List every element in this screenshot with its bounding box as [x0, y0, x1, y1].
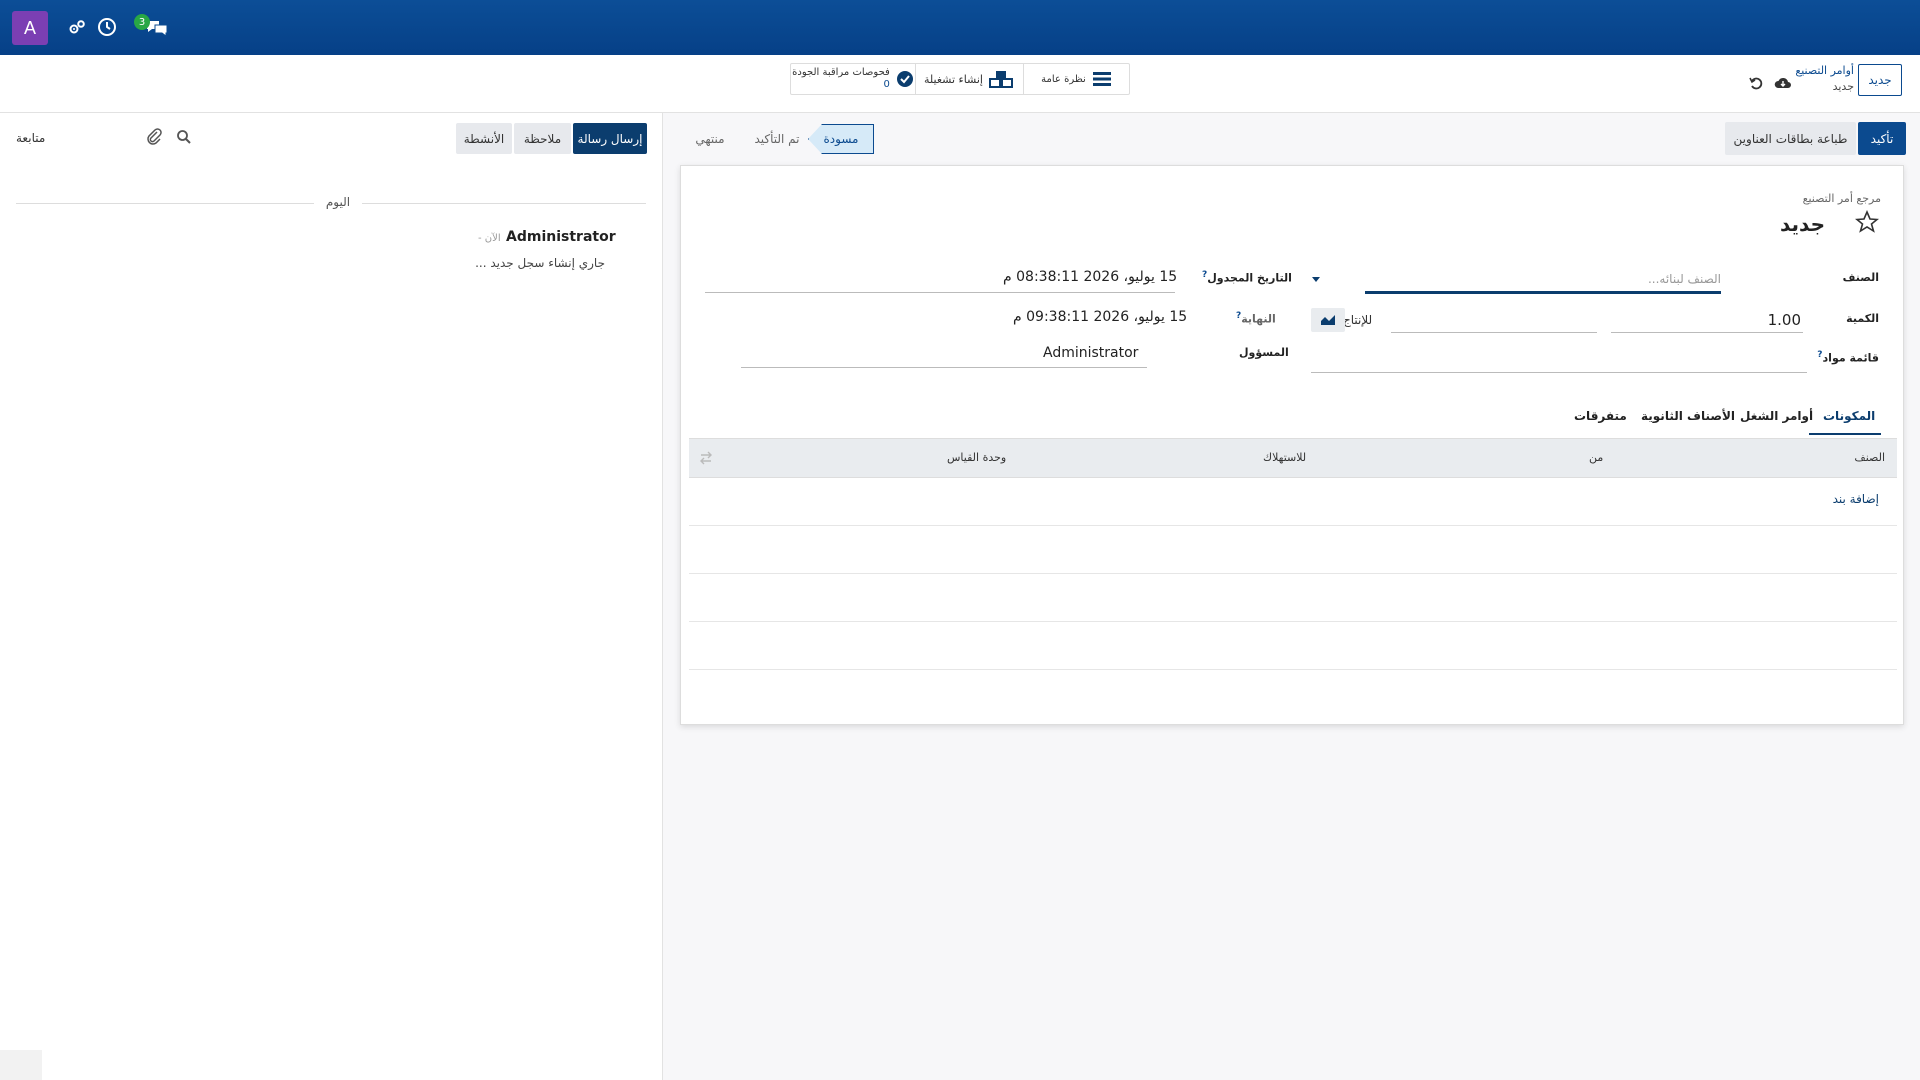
add-line-row: إضافة بند — [689, 478, 1897, 526]
message-body: جاري إنشاء سجل جديد ... — [475, 256, 605, 270]
uom-underline — [1391, 332, 1597, 333]
message-author[interactable]: Administrator — [506, 229, 616, 245]
product-field-underline — [1365, 291, 1721, 294]
top-navbar: A 3 — [0, 0, 1920, 55]
tab-miscellaneous[interactable]: متفرقات — [1574, 409, 1627, 423]
product-label: الصنف — [1842, 271, 1879, 284]
tab-active-indicator — [1809, 433, 1881, 435]
smart-buttons: فحوصات مراقبة الجودة 0 إنشاء تشغيلة نظرة… — [790, 63, 1130, 95]
discard-undo-icon[interactable] — [1748, 75, 1764, 91]
bom-label: ?قائمة مواد — [1817, 350, 1879, 365]
create-operation-label: إنشاء تشغيلة — [924, 72, 983, 86]
save-cloud-icon[interactable] — [1774, 75, 1792, 91]
stage-done[interactable]: منتهي — [684, 122, 736, 155]
bom-underline — [1311, 372, 1807, 373]
record-title: جديد — [1779, 212, 1825, 236]
confirm-button[interactable]: تأكيد — [1858, 122, 1906, 155]
control-panel: جديد أوامر التصنيع جديد فحوصات مراقبة ال… — [0, 55, 1920, 113]
scheduled-date-underline — [705, 292, 1175, 293]
chat-count-badge: 3 — [134, 14, 150, 30]
end-date-label: ?النهاية — [1236, 311, 1276, 326]
overview-button[interactable]: نظرة عامة — [1023, 64, 1129, 94]
debug-tools-icon[interactable] — [66, 16, 88, 38]
chatter-panel: إرسال رسالة ملاحظة الأنشطة متابعة اليوم … — [0, 113, 663, 1080]
product-placeholder: الصنف لبنائه... — [1647, 272, 1721, 286]
tab-by-products[interactable]: الأصناف الثانوية — [1641, 409, 1735, 423]
responsible-underline — [741, 367, 1147, 368]
corner-placeholder — [0, 1050, 42, 1080]
boxes-icon — [989, 71, 1013, 88]
create-operation-button[interactable]: إنشاء تشغيلة — [915, 64, 1023, 94]
date-separator-label: اليوم — [325, 195, 351, 209]
column-header-uom[interactable]: وحدة القياس — [947, 451, 1006, 464]
form-sheet: مرجع أمر التصنيع جديد الصنف الصنف لبنائه… — [680, 165, 1904, 725]
clock-icon[interactable] — [96, 16, 118, 38]
dropdown-caret-icon[interactable] — [1311, 276, 1321, 284]
log-note-button[interactable]: ملاحظة — [514, 123, 571, 154]
tab-work-orders[interactable]: أوامر الشغل — [1740, 409, 1813, 423]
column-header-to-consume[interactable]: للاستهلاك — [1263, 451, 1306, 464]
column-header-product[interactable]: الصنف — [1854, 451, 1885, 464]
message-time: - الآن — [478, 233, 501, 244]
scheduled-date-value[interactable]: 15 يوليو، 2026 08:38:11 م — [1003, 269, 1177, 285]
paperclip-icon[interactable] — [145, 127, 163, 145]
column-header-from[interactable]: من — [1589, 451, 1603, 464]
to-produce-label: للإنتاج — [1343, 313, 1373, 327]
table-row — [689, 526, 1897, 574]
stage-confirmed[interactable]: تم التأكيد — [748, 122, 806, 155]
responsible-label: المسؤول — [1239, 346, 1289, 359]
list-icon — [1092, 72, 1111, 86]
table-row — [689, 622, 1897, 670]
date-separator-line-right — [362, 203, 646, 204]
table-row — [689, 574, 1897, 622]
quantity-underline — [1611, 332, 1803, 333]
reference-label: مرجع أمر التصنيع — [1802, 192, 1881, 205]
user-avatar[interactable]: A — [12, 11, 48, 45]
quality-checks-label: فحوصات مراقبة الجودة — [792, 67, 890, 78]
tab-components[interactable]: المكونات — [1823, 409, 1875, 423]
breadcrumb-current: جديد — [1832, 80, 1854, 93]
responsible-value[interactable]: Administrator — [1043, 345, 1138, 361]
end-date-value: 15 يوليو، 2026 09:38:11 م — [1013, 309, 1188, 325]
add-line-link[interactable]: إضافة بند — [1833, 492, 1879, 506]
check-circle-icon — [896, 71, 913, 87]
optional-columns-icon[interactable] — [699, 451, 713, 465]
search-icon[interactable] — [176, 129, 192, 145]
print-labels-button[interactable]: طباعة بطاقات العناوين — [1725, 122, 1856, 155]
forecast-button[interactable] — [1311, 308, 1345, 332]
new-button[interactable]: جديد — [1858, 64, 1902, 96]
breadcrumb-parent[interactable]: أوامر التصنيع — [1795, 64, 1854, 77]
send-message-button[interactable]: إرسال رسالة — [573, 123, 647, 154]
overview-label: نظرة عامة — [1041, 73, 1086, 85]
quality-checks-button[interactable]: فحوصات مراقبة الجودة 0 — [791, 64, 915, 94]
quantity-label: الكمية — [1846, 312, 1879, 325]
quality-checks-count: 0 — [883, 79, 890, 90]
components-table-header: الصنف من للاستهلاك وحدة القياس — [689, 438, 1897, 478]
follow-button[interactable]: متابعة — [16, 131, 45, 145]
activities-button[interactable]: الأنشطة — [456, 123, 512, 154]
quantity-input[interactable]: 1.00 — [1768, 311, 1801, 329]
stage-draft[interactable]: مسودة — [808, 124, 874, 154]
star-favorite-icon[interactable] — [1855, 210, 1879, 234]
product-field[interactable]: الصنف لبنائه... — [1311, 270, 1723, 292]
scheduled-date-label: ?التاريخ المجدول — [1202, 270, 1292, 285]
date-separator-line-left — [16, 203, 314, 204]
area-chart-icon — [1321, 315, 1335, 325]
